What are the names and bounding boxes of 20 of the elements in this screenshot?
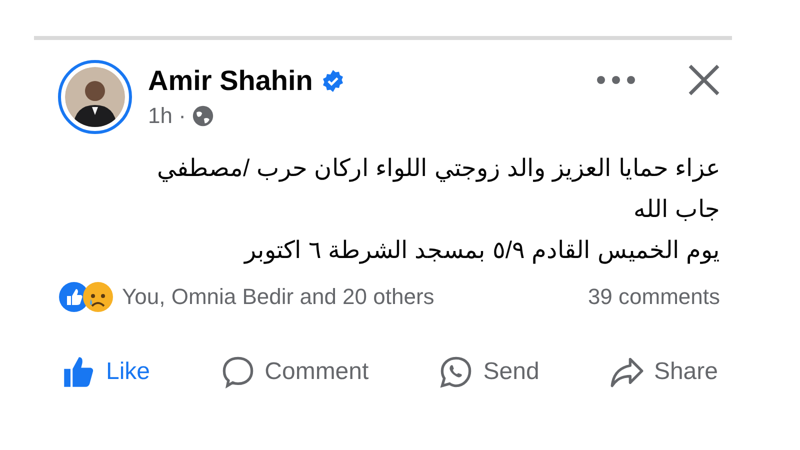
share-icon: [610, 355, 644, 389]
post-text: عزاء حمايا العزيز والد زوجتي اللواء اركان حرب /مصطفي: [156, 154, 720, 184]
like-button[interactable]: Like: [58, 351, 154, 393]
post-time[interactable]: 1h ·: [148, 103, 186, 129]
post-text: يوم الخميس القادم ٥/٩ بمسجد الشرطة ٦ اكتوبر: [242, 236, 720, 266]
share-button[interactable]: Share: [606, 351, 722, 393]
speech-bubble-icon: [220, 355, 255, 389]
post-text: جاب الله: [632, 195, 720, 225]
reaction-icons: [58, 281, 114, 313]
comments-count[interactable]: 39 comments: [588, 284, 720, 310]
phone-bubble-icon: [439, 355, 474, 389]
thumbs-up-icon: [62, 355, 96, 389]
reactions-summary[interactable]: You, Omnia Bedir and 20 others: [122, 284, 580, 310]
globe-icon: [192, 105, 214, 127]
close-icon[interactable]: [688, 64, 720, 96]
more-icon[interactable]: [596, 75, 636, 85]
author-name[interactable]: Amir Shahin: [148, 65, 313, 97]
comment-button[interactable]: Comment: [216, 351, 373, 393]
send-button[interactable]: Send: [435, 351, 544, 393]
avatar[interactable]: [58, 60, 132, 134]
